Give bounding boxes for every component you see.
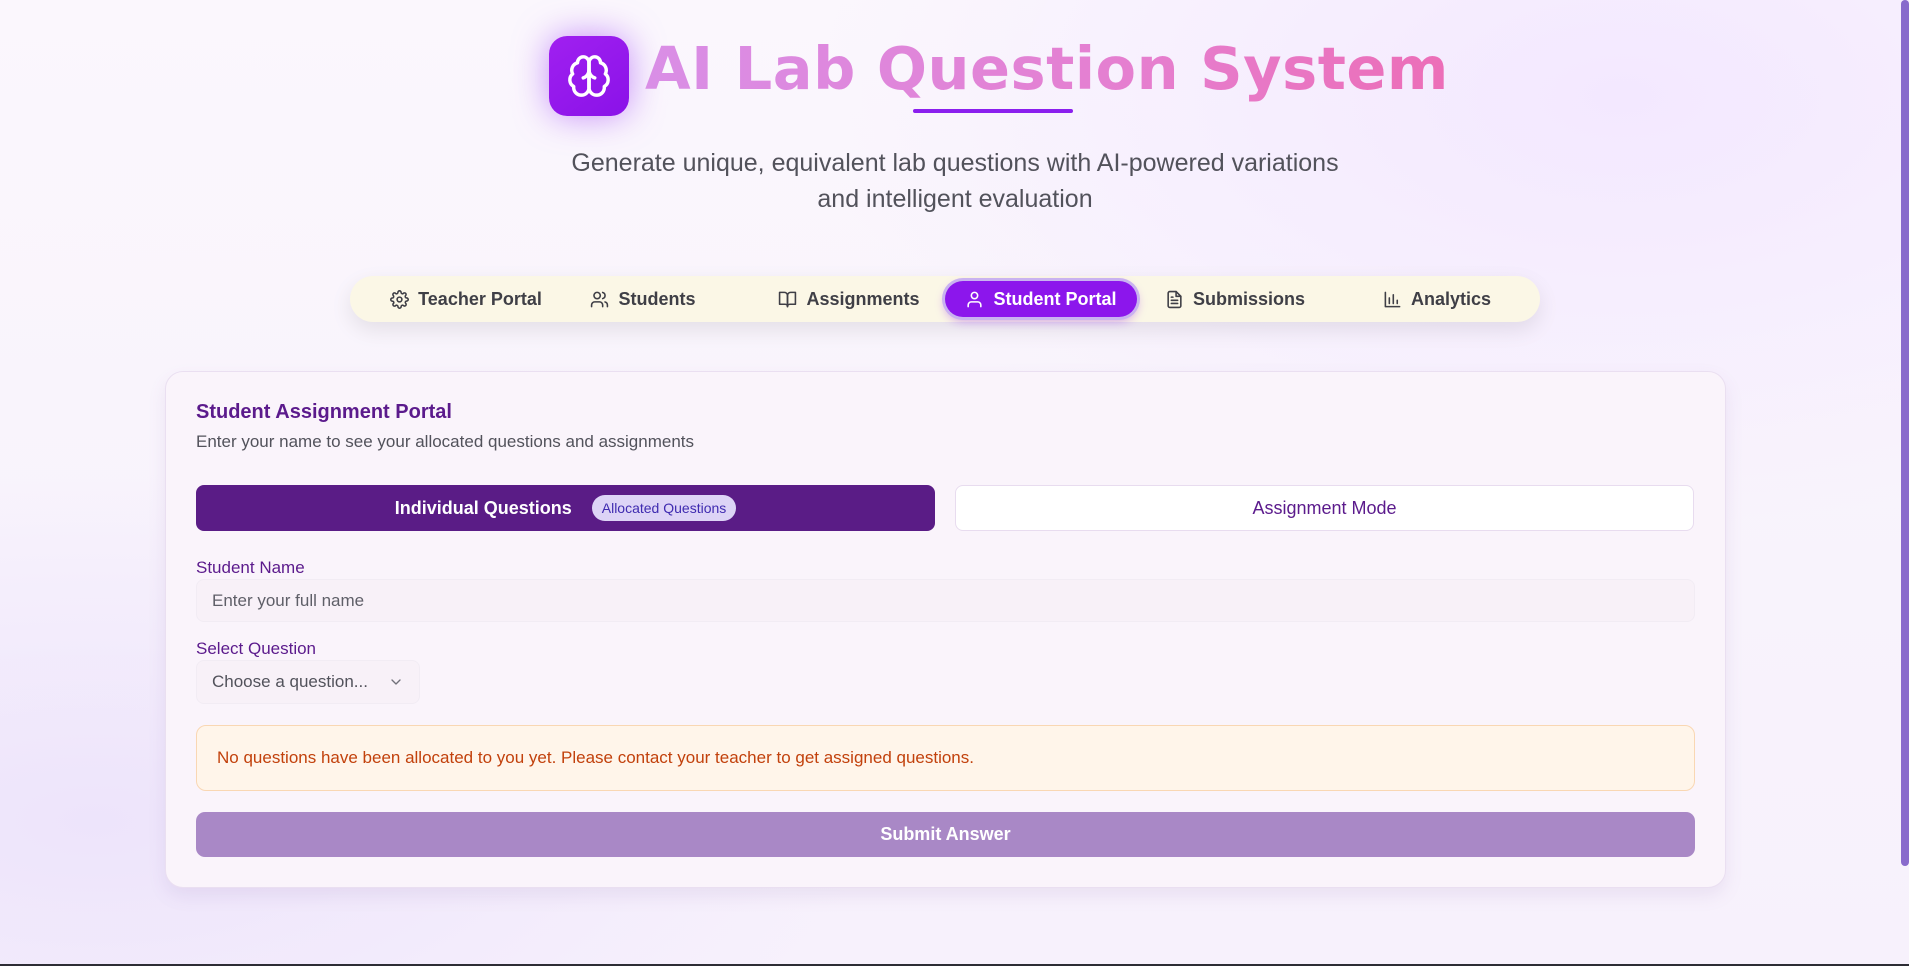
app-title: AI Lab Question System <box>645 35 1449 115</box>
tab-student-portal[interactable]: Student Portal <box>945 281 1137 317</box>
student-portal-card: Student Assignment Portal Enter your nam… <box>165 371 1726 888</box>
submit-answer-button[interactable]: Submit Answer <box>196 812 1695 857</box>
tab-label: Analytics <box>1410 288 1492 309</box>
question-select-value: Choose a question... <box>212 672 368 691</box>
tab-analytics[interactable]: Analytics <box>1372 281 1502 317</box>
title-underline <box>913 109 1073 113</box>
document-icon <box>1167 290 1182 308</box>
brain-icon <box>549 36 629 116</box>
tab-submissions[interactable]: Submissions <box>1160 281 1310 317</box>
chevron-down-icon <box>391 679 401 685</box>
no-questions-alert: No questions have been allocated to you … <box>196 725 1695 791</box>
tab-students[interactable]: Students <box>580 281 706 317</box>
subtitle-line-1: Generate unique, equivalent lab question… <box>571 149 1339 177</box>
tab-label: Teacher Portal <box>418 288 542 309</box>
student-name-label: Student Name <box>196 558 305 577</box>
card-description: Enter your name to see your allocated qu… <box>196 432 695 451</box>
user-icon <box>967 291 983 307</box>
question-select[interactable]: Choose a question... <box>196 660 420 704</box>
bar-chart-icon <box>1384 291 1401 307</box>
app-subtitle: Generate unique, equivalent lab question… <box>450 145 1460 217</box>
users-icon <box>591 291 609 307</box>
select-question-label: Select Question <box>196 639 317 658</box>
card-title: Student Assignment Portal <box>196 401 452 423</box>
main-nav: Teacher Portal Students Assignments Stud… <box>350 276 1540 322</box>
assignment-mode-label: Assignment Mode <box>1252 497 1397 518</box>
tab-label: Students <box>618 288 696 309</box>
tab-label: Assignments <box>806 288 920 309</box>
submit-answer-label: Submit Answer <box>880 824 1011 844</box>
book-icon <box>779 291 797 307</box>
app-header: AI Lab Question System <box>0 35 1909 116</box>
gear-icon <box>390 289 410 309</box>
tab-label: Submissions <box>1192 288 1306 309</box>
allocated-questions-badge: Allocated Questions <box>591 495 737 521</box>
tab-assignments[interactable]: Assignments <box>769 281 929 317</box>
assignment-mode-button[interactable]: Assignment Mode <box>955 485 1694 531</box>
page-scrollbar[interactable] <box>1901 0 1909 866</box>
alert-message: No questions have been allocated to you … <box>217 748 974 767</box>
student-name-input[interactable] <box>196 579 1695 622</box>
subtitle-line-2: and intelligent evaluation <box>817 185 1093 213</box>
tab-label: Student Portal <box>993 288 1117 309</box>
tab-teacher-portal[interactable]: Teacher Portal <box>380 281 552 317</box>
individual-questions-label: Individual Questions <box>394 497 572 518</box>
individual-questions-button[interactable]: Individual Questions Allocated Questions <box>196 485 935 531</box>
